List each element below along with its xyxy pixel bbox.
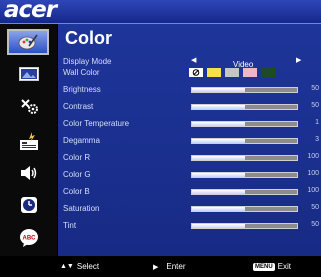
brightness-value: 50 (311, 85, 319, 92)
swatch-green[interactable] (261, 68, 275, 77)
row-color-temperature[interactable]: Color Temperature 1 (58, 117, 321, 134)
projector-osd: acer ABC Color Display Mode ◀ Video ▶ Wa… (0, 0, 321, 277)
color-r-slider[interactable] (191, 155, 298, 161)
color-r-label: Color R (63, 153, 91, 162)
setting-icon (20, 132, 38, 150)
swatch-pink[interactable] (243, 68, 257, 77)
enter-hint-label: Enter (166, 262, 186, 271)
contrast-value: 50 (311, 102, 319, 109)
up-down-arrow-icon: ▲▼ (60, 263, 74, 270)
color-temperature-fill (192, 122, 245, 126)
tint-slider[interactable] (191, 223, 298, 229)
contrast-slider[interactable] (191, 104, 298, 110)
color-g-fill (192, 173, 245, 177)
audio-icon (21, 166, 37, 180)
color-g-slider[interactable] (191, 172, 298, 178)
color-g-value: 100 (307, 170, 319, 177)
tint-value: 50 (311, 221, 319, 228)
top-bar: acer (0, 0, 321, 24)
sidebar-item-audio[interactable] (13, 162, 45, 184)
color-temperature-value: 1 (315, 119, 319, 126)
color-temperature-label: Color Temperature (63, 119, 130, 128)
wall-color-label: Wall Color (63, 68, 100, 77)
color-b-fill (192, 190, 245, 194)
row-degamma[interactable]: Degamma 3 (58, 134, 321, 151)
menu-key-icon: MENU (253, 262, 275, 271)
sidebar: ABC (0, 24, 57, 256)
sidebar-item-image[interactable] (13, 63, 45, 85)
color-r-fill (192, 156, 245, 160)
sidebar-item-timer[interactable] (13, 194, 45, 216)
saturation-slider[interactable] (191, 206, 298, 212)
display-mode-label: Display Mode (63, 57, 112, 66)
contrast-fill (192, 105, 245, 109)
color-r-value: 100 (307, 153, 319, 160)
row-color-b[interactable]: Color B 100 (58, 185, 321, 202)
row-contrast[interactable]: Contrast 50 (58, 100, 321, 117)
arrow-right-icon[interactable]: ▶ (296, 56, 301, 64)
row-tint[interactable]: Tint 50 (58, 219, 321, 236)
saturation-value: 50 (311, 204, 319, 211)
brand-logo: acer (4, 0, 57, 23)
off-icon (192, 69, 200, 76)
color-b-value: 100 (307, 187, 319, 194)
color-b-label: Color B (63, 187, 90, 196)
hint-exit: MENU Exit (253, 262, 291, 271)
brightness-fill (192, 88, 245, 92)
svg-text:ABC: ABC (23, 236, 37, 242)
row-color-r[interactable]: Color R 100 (58, 151, 321, 168)
hint-select: ▲▼ Select (60, 262, 99, 271)
bottom-hint-bar: ▲▼ Select ▶ Enter MENU Exit (0, 256, 321, 277)
language-icon: ABC (20, 229, 38, 247)
saturation-fill (192, 207, 245, 211)
wall-color-swatches (189, 68, 275, 77)
contrast-label: Contrast (63, 102, 94, 111)
select-hint-label: Select (76, 262, 100, 271)
brightness-slider[interactable] (191, 87, 298, 93)
right-arrow-icon: ▶ (153, 263, 159, 271)
color-temperature-slider[interactable] (191, 121, 298, 127)
color-palette-icon (18, 34, 38, 50)
swatch-yellow[interactable] (207, 68, 221, 77)
tint-fill (192, 224, 245, 228)
sidebar-item-management[interactable] (13, 95, 45, 117)
row-brightness[interactable]: Brightness 50 (58, 83, 321, 100)
swatch-off[interactable] (189, 68, 203, 77)
color-b-slider[interactable] (191, 189, 298, 195)
management-icon (21, 99, 38, 114)
swatch-gray[interactable] (225, 68, 239, 77)
degamma-slider[interactable] (191, 138, 298, 144)
row-wall-color[interactable]: Wall Color (58, 66, 321, 83)
image-icon (19, 67, 39, 81)
saturation-label: Saturation (63, 204, 100, 213)
color-menu-panel: Color Display Mode ◀ Video ▶ Wall Color (58, 24, 321, 256)
row-saturation[interactable]: Saturation 50 (58, 202, 321, 219)
sidebar-item-language[interactable]: ABC (13, 226, 45, 248)
sidebar-item-setting[interactable] (13, 130, 45, 152)
timer-icon (21, 197, 37, 213)
sidebar-item-color[interactable] (7, 29, 49, 55)
menu-title: Color (65, 28, 112, 48)
exit-hint-label: Exit (277, 262, 292, 271)
tint-label: Tint (63, 221, 77, 230)
arrow-left-icon[interactable]: ◀ (191, 56, 196, 64)
hint-enter: ▶ Enter (153, 262, 186, 271)
degamma-label: Degamma (63, 136, 100, 145)
brightness-label: Brightness (63, 85, 101, 94)
row-color-g[interactable]: Color G 100 (58, 168, 321, 185)
degamma-fill (192, 139, 245, 143)
degamma-value: 3 (315, 136, 319, 143)
color-g-label: Color G (63, 170, 91, 179)
